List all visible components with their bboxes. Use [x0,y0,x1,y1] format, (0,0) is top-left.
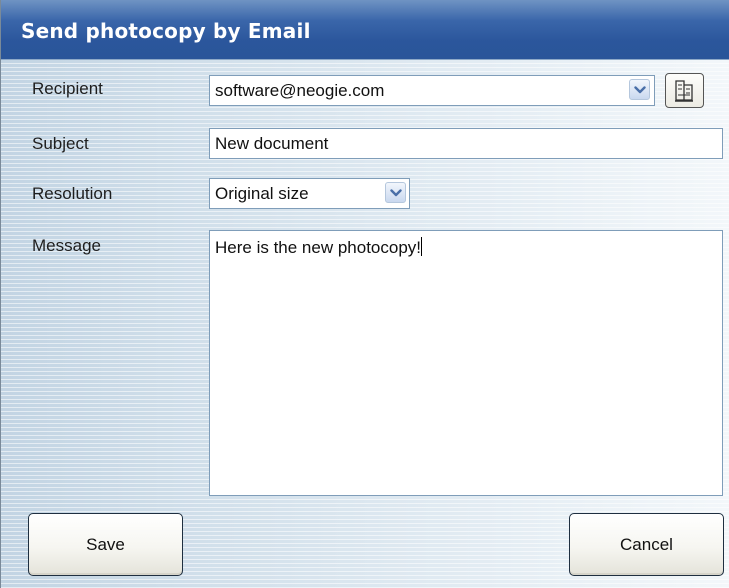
resolution-select[interactable]: Original size [209,178,410,209]
text-caret [421,237,423,256]
message-label: Message [32,236,101,255]
email-dialog: Send photocopy by Email Recipient softwa… [0,0,729,588]
resolution-dropdown-button[interactable] [385,182,406,203]
resolution-value: Original size [215,184,309,203]
address-book-icon [675,80,693,102]
recipient-value: software@neogie.com [215,81,385,100]
chevron-down-icon [634,86,646,94]
subject-label: Subject [32,134,89,153]
cancel-button[interactable]: Cancel [569,513,724,576]
recipient-dropdown-button[interactable] [629,79,650,100]
address-book-button[interactable] [665,73,704,108]
dialog-title: Send photocopy by Email [21,19,311,43]
message-value: Here is the new photocopy! [215,238,422,257]
chevron-down-icon [390,189,402,197]
recipient-combo[interactable]: software@neogie.com [209,75,655,106]
title-bar: Send photocopy by Email [1,0,729,60]
recipient-label: Recipient [32,79,103,98]
subject-value: New document [215,134,329,153]
resolution-label: Resolution [32,184,113,203]
save-button[interactable]: Save [28,513,183,576]
subject-input[interactable]: New document [209,128,723,159]
message-textarea[interactable]: Here is the new photocopy! [209,230,723,496]
